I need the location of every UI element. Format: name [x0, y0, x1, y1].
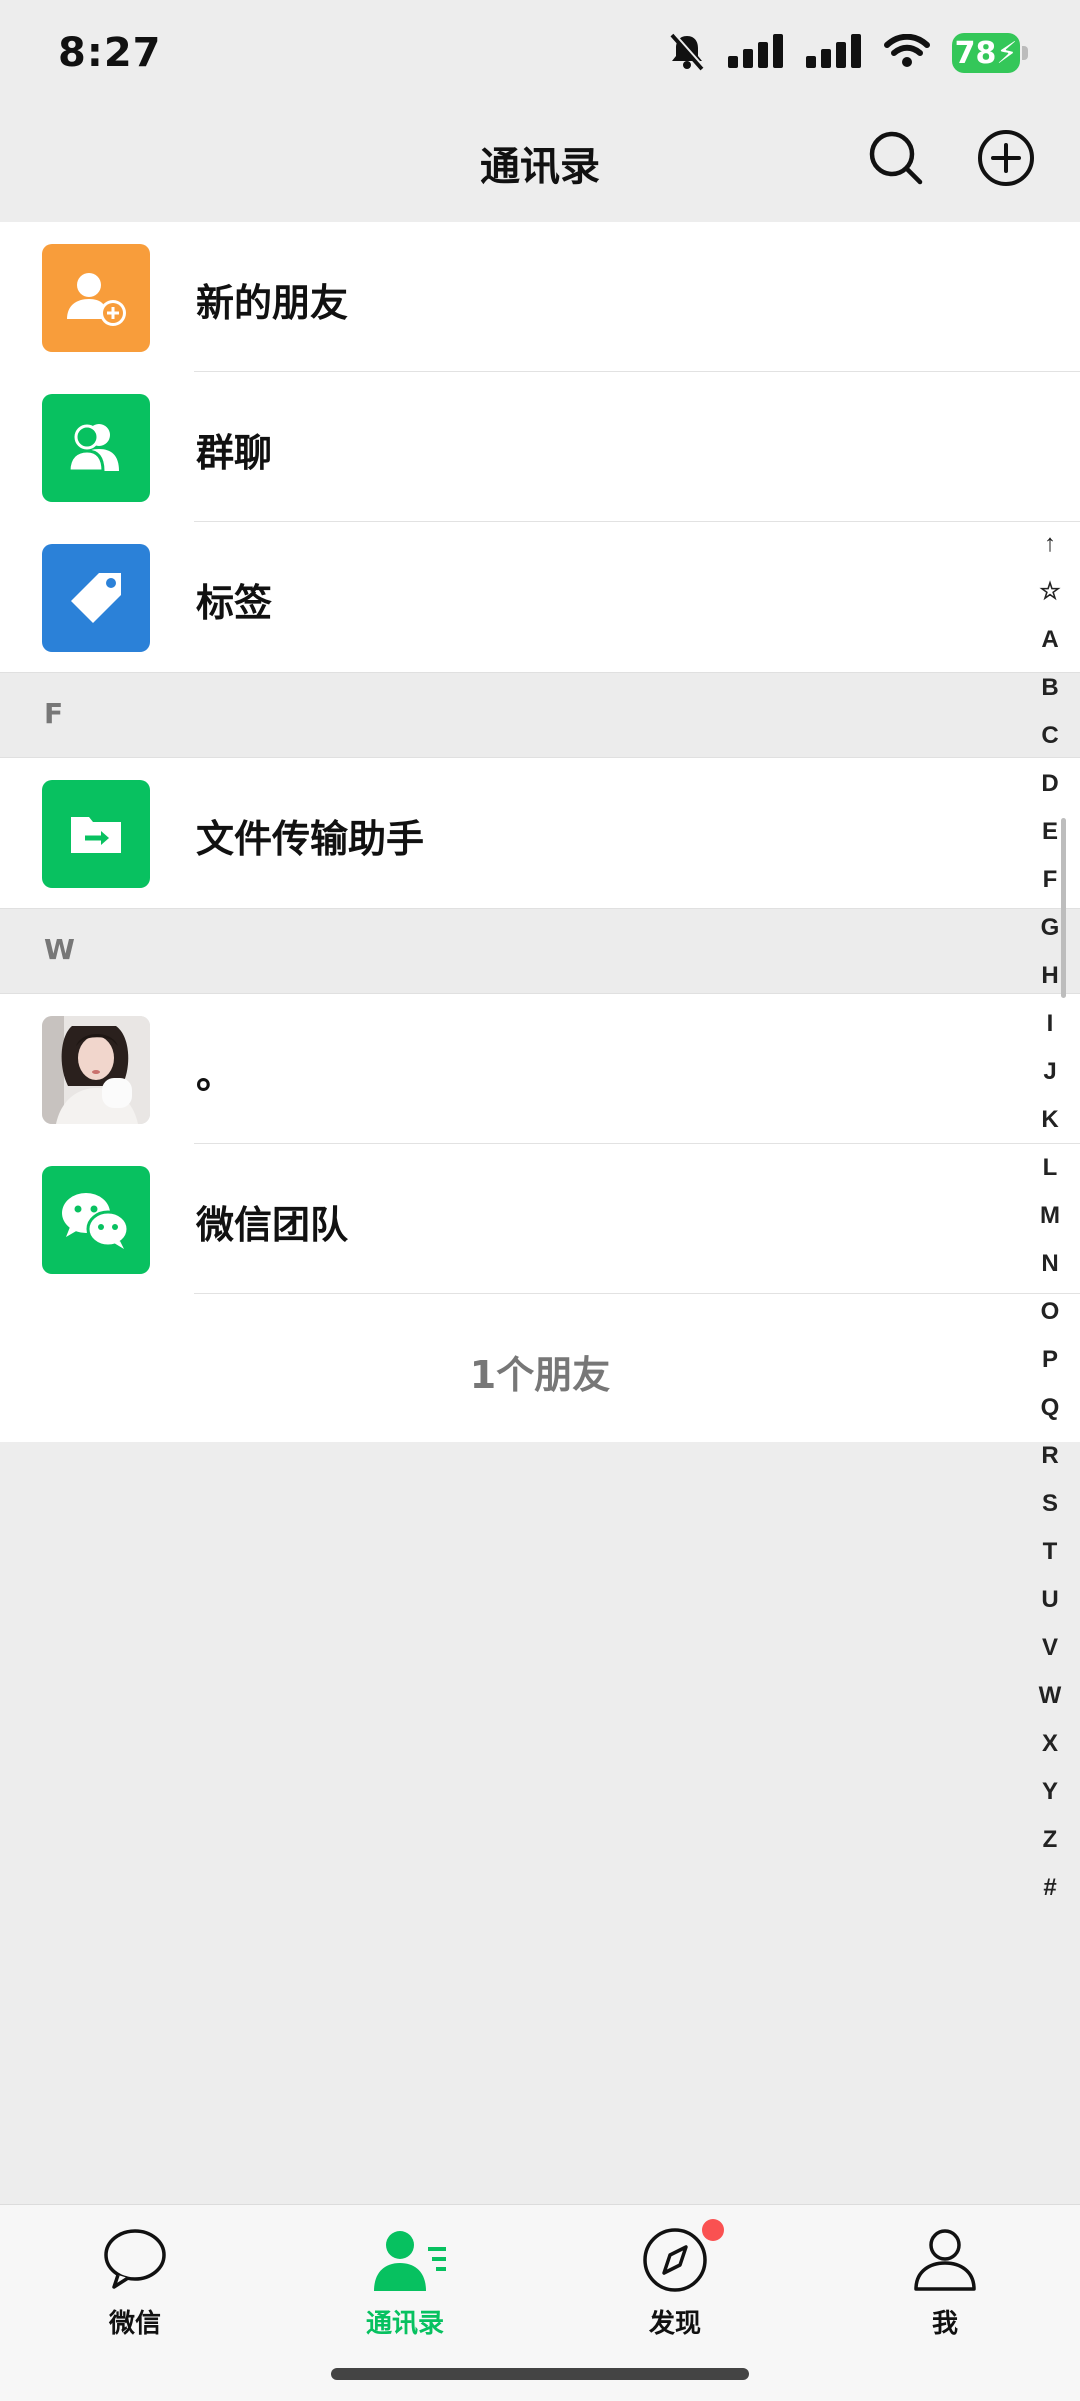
- menu-new-friends[interactable]: 新的朋友: [0, 222, 1080, 372]
- index-letter[interactable]: X: [1020, 1720, 1080, 1768]
- index-letter[interactable]: Y: [1020, 1768, 1080, 1816]
- menu-label: 群聊: [196, 431, 273, 475]
- signal-icon: [728, 34, 784, 72]
- menu-tags[interactable]: 标签: [0, 522, 1080, 672]
- friend-count: 1个朋友: [469, 1353, 611, 1397]
- scroll-indicator: [1061, 818, 1066, 998]
- tab-label: 通讯录: [365, 2309, 444, 2339]
- compass-icon: [640, 2219, 724, 2295]
- index-letter[interactable]: H: [1020, 952, 1080, 1000]
- status-icons: 78 ⚡: [668, 28, 1028, 78]
- nav-header: 通讯录: [0, 100, 1080, 222]
- index-letter[interactable]: K: [1020, 1096, 1080, 1144]
- index-letter[interactable]: P: [1020, 1336, 1080, 1384]
- index-letter[interactable]: #: [1020, 1864, 1080, 1912]
- notification-dot: [702, 2219, 724, 2241]
- index-letter[interactable]: R: [1020, 1432, 1080, 1480]
- menu-label: 标签: [196, 581, 273, 625]
- alphabet-index[interactable]: ↑ ☆ A B C D E F G H I J K L M N O P Q R S T U V W X Y Z #: [1020, 520, 1080, 1912]
- contact-name: 文件传输助手: [196, 817, 425, 861]
- search-icon: [869, 131, 923, 185]
- index-letter[interactable]: S: [1020, 1480, 1080, 1528]
- friend-count-row: 1个朋友: [0, 1294, 1080, 1442]
- index-letter[interactable]: Z: [1020, 1816, 1080, 1864]
- signal-icon-2: [806, 34, 862, 72]
- index-letter[interactable]: U: [1020, 1576, 1080, 1624]
- section-letter: W: [44, 933, 75, 966]
- search-button[interactable]: [866, 128, 926, 188]
- home-indicator: [331, 2368, 749, 2380]
- index-letter[interactable]: B: [1020, 664, 1080, 712]
- add-button[interactable]: [976, 128, 1036, 188]
- wechat-icon: [42, 1166, 150, 1274]
- chat-bubble-icon: [100, 2225, 170, 2295]
- section-header-w: W: [0, 908, 1080, 994]
- contact-wechat-team[interactable]: 微信团队: [0, 1144, 1080, 1294]
- contact-row[interactable]: 。: [0, 994, 1080, 1144]
- index-letter[interactable]: Q: [1020, 1384, 1080, 1432]
- section-header-f: F: [0, 672, 1080, 758]
- index-letter[interactable]: V: [1020, 1624, 1080, 1672]
- group-chat-icon: [42, 394, 150, 502]
- index-letter[interactable]: A: [1020, 616, 1080, 664]
- file-transfer-icon: [42, 780, 150, 888]
- tab-label: 我: [931, 2309, 958, 2339]
- contact-file-transfer[interactable]: 文件传输助手: [0, 758, 1080, 908]
- index-letter[interactable]: F: [1020, 856, 1080, 904]
- index-letter[interactable]: N: [1020, 1240, 1080, 1288]
- index-letter[interactable]: E: [1020, 808, 1080, 856]
- me-icon: [910, 2225, 980, 2295]
- menu-label: 新的朋友: [196, 281, 349, 325]
- tab-label: 微信: [108, 2309, 161, 2339]
- index-letter[interactable]: D: [1020, 760, 1080, 808]
- tab-label: 发现: [648, 2309, 701, 2339]
- contact-name: 。: [196, 1053, 235, 1097]
- new-friend-icon: [42, 244, 150, 352]
- menu-group-chats[interactable]: 群聊: [0, 372, 1080, 522]
- index-letter[interactable]: G: [1020, 904, 1080, 952]
- index-letter[interactable]: L: [1020, 1144, 1080, 1192]
- tab-discover[interactable]: 发现: [540, 2219, 810, 2355]
- index-letter[interactable]: T: [1020, 1528, 1080, 1576]
- contacts-list: 新的朋友 群聊 标签 F 文件传输助手 W 。 微信团队 1个朋友: [0, 222, 1080, 1442]
- mute-bell-icon: [668, 31, 706, 75]
- plus-circle-icon: [978, 130, 1034, 186]
- index-letter[interactable]: C: [1020, 712, 1080, 760]
- status-bar: 8:27 78 ⚡: [0, 0, 1080, 100]
- battery-icon: 78 ⚡: [952, 33, 1028, 73]
- status-time: 8:27: [58, 30, 162, 76]
- tag-icon: [42, 544, 150, 652]
- index-letter[interactable]: ☆: [1020, 568, 1080, 616]
- index-letter[interactable]: I: [1020, 1000, 1080, 1048]
- contact-name: 微信团队: [196, 1203, 349, 1247]
- index-letter[interactable]: ↑: [1020, 520, 1080, 568]
- index-letter[interactable]: M: [1020, 1192, 1080, 1240]
- tab-contacts[interactable]: 通讯录: [270, 2225, 540, 2355]
- avatar-photo: [42, 1016, 150, 1124]
- contacts-icon: [370, 2225, 446, 2295]
- section-letter: F: [44, 697, 64, 730]
- index-letter[interactable]: J: [1020, 1048, 1080, 1096]
- tab-chats[interactable]: 微信: [0, 2225, 270, 2355]
- battery-level: 78: [954, 35, 997, 71]
- wifi-icon: [884, 33, 930, 72]
- index-letter[interactable]: O: [1020, 1288, 1080, 1336]
- tab-me[interactable]: 我: [810, 2225, 1080, 2355]
- index-letter[interactable]: W: [1020, 1672, 1080, 1720]
